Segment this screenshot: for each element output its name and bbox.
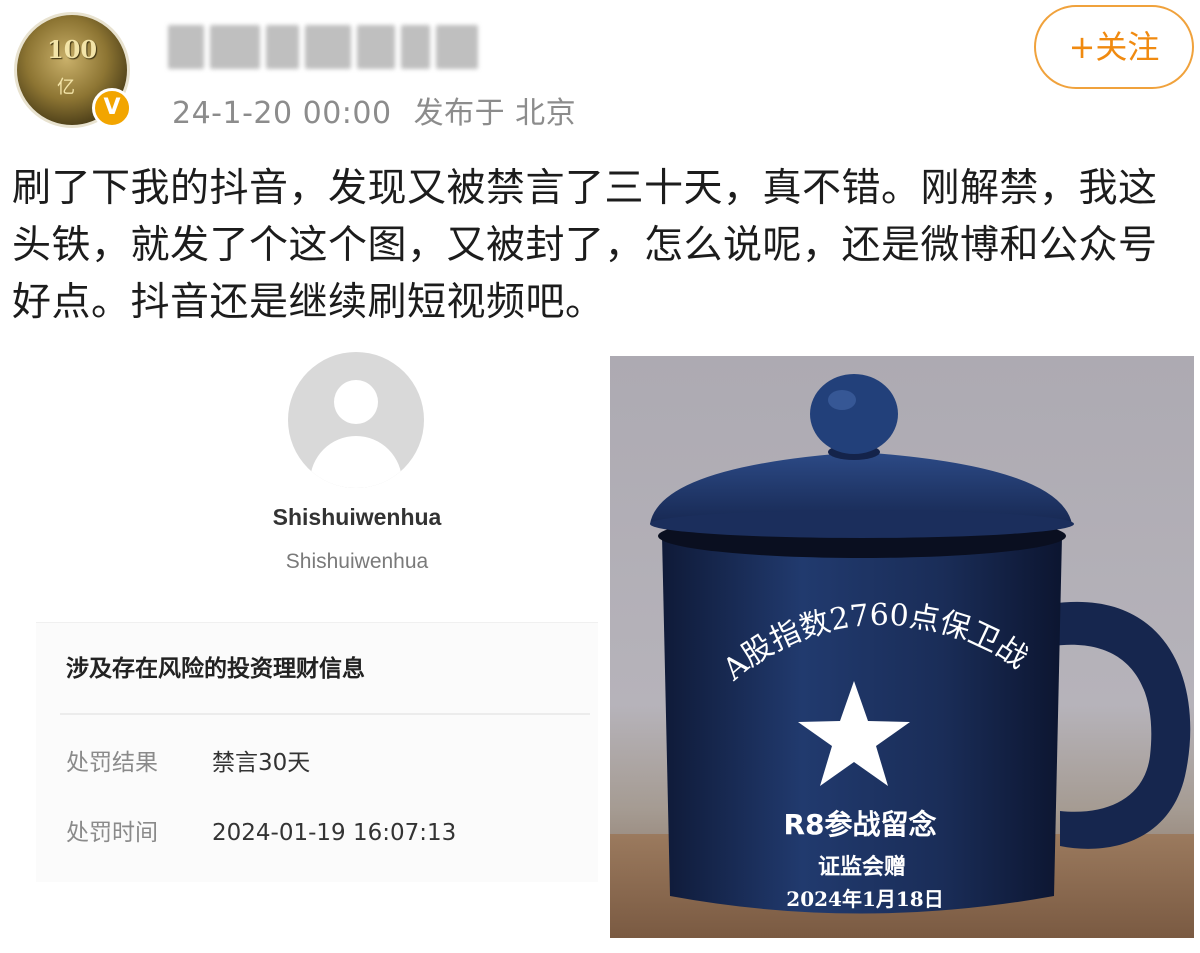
follow-button[interactable]: +关注 [1034, 5, 1194, 89]
mug-handle [1050, 601, 1191, 849]
penalty-result-value: 禁言30天 [212, 750, 311, 776]
avatar-coin-text: 100 [47, 35, 98, 64]
embedded-screenshot: Shishuiwenhua Shishuiwenhua 涉及存在风险的投资理财信… [12, 352, 602, 912]
mug-line3: 2024年1月18日 [786, 887, 943, 911]
penalty-result-row: 处罚结果 禁言30天 [66, 743, 310, 777]
username-blurred[interactable] [168, 18, 478, 76]
avatar-coin-sub: 亿 [57, 77, 75, 98]
mug-line1: R8参战留念 [783, 808, 936, 841]
penalty-result-label: 处罚结果 [66, 750, 158, 776]
penalty-time-row: 处罚时间 2024-01-19 16:07:13 [66, 813, 456, 847]
account-name: Shishuiwenhua [272, 504, 442, 530]
post-header: 100 亿 V 24-1-20 00:00 发布于 北京 +关注 [0, 0, 1200, 150]
violation-card: 涉及存在风险的投资理财信息 处罚结果 禁言30天 处罚时间 2024-01-19 1… [36, 622, 598, 882]
violation-title: 涉及存在风险的投资理财信息 [66, 656, 365, 682]
penalty-time-label: 处罚时间 [66, 820, 158, 846]
post-timestamp: 24-1-20 00:00 [172, 96, 392, 131]
default-avatar-icon [288, 352, 424, 488]
post-body-text: 刷了下我的抖音，发现又被禁言了三十天，真不错。刚解禁，我这头铁，就发了个这个图，… [12, 166, 1158, 325]
mug-illustration: A股指数2760点保卫战 R8参战留念 证监会赠 2024年1月18日 [650, 374, 1191, 914]
mug-line2: 证监会赠 [818, 854, 906, 880]
verified-badge-icon: V [92, 88, 132, 128]
divider [60, 713, 590, 715]
lid-edge [650, 510, 1074, 538]
account-handle: Shishuiwenhua [285, 550, 429, 573]
post-meta: 24-1-20 00:00 发布于 北京 [172, 88, 576, 132]
penalty-time-value: 2024-01-19 16:07:13 [212, 820, 457, 846]
post-location: 发布于 北京 [413, 96, 577, 131]
lid-knob [810, 374, 898, 454]
mug-photo[interactable]: A股指数2760点保卫战 R8参战留念 证监会赠 2024年1月18日 [610, 356, 1194, 938]
